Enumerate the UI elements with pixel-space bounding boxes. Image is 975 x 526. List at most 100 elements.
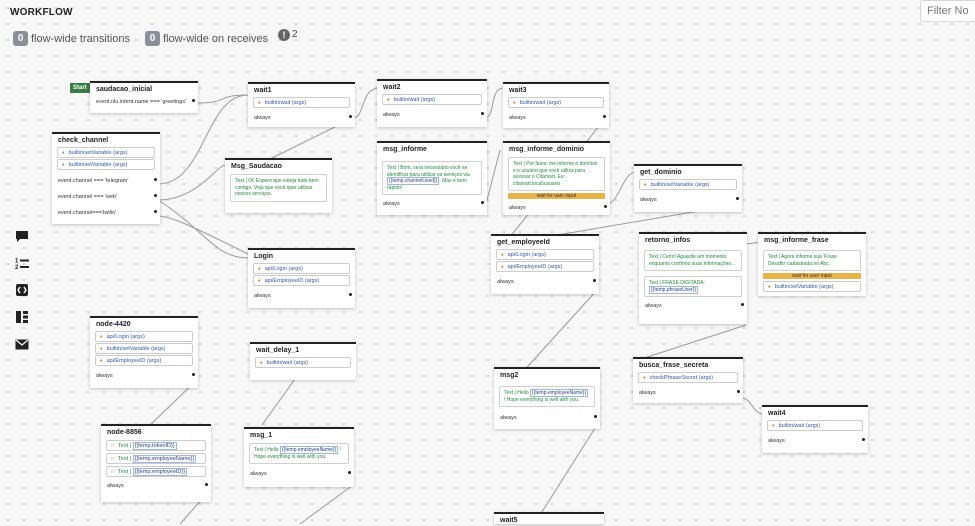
say-text-item[interactable]: Text | Certo! Aguarde um momento enquant… [644,250,742,271]
node-msg2[interactable]: msg2 Text | Hello {{temp.employeeName}} … [494,367,600,429]
say-text-item[interactable]: □ Text | {{temp.employeeID}} [106,466,206,477]
add-say-node-button[interactable] [12,226,32,246]
code-icon: ♦ [62,150,65,156]
say-text-item[interactable]: Text | Agora informe sua 'Frase Desafio'… [763,250,861,271]
transition-condition[interactable]: always [377,197,487,207]
action-item[interactable]: ♦ builtin/wait (args) [508,97,604,108]
code-icon: ♦ [62,162,65,168]
action-item[interactable]: ♦ api/Login (args) [496,249,594,260]
node-4420[interactable]: node-4420 ♦ api/Login (args) ♦ builtin/set… [90,316,198,388]
envelope-icon [15,339,29,349]
message-icon: □ [111,456,115,462]
transition-condition[interactable]: always [248,111,355,121]
code-icon: ♦ [501,264,504,270]
node-toolbox: 1 2 [12,226,32,361]
node-get-employeeid[interactable]: get_employeeId ♦ api/Login (args) ♦ api/Em… [491,234,599,294]
node-wait5[interactable]: wait5 [494,512,604,524]
code-icon: ♦ [387,97,390,103]
action-item[interactable]: ♦ checkPhraseSecret (args) [638,372,738,383]
action-item[interactable]: ♦ api/EmployeeID (args) [253,275,350,286]
code-icon: ♦ [768,284,771,290]
node-get-dominio[interactable]: get_dominio ♦ builtin/setVariable (args) … [634,164,742,212]
action-item[interactable]: ♦ builtin/setVariable (args) [57,159,155,170]
node-wait3[interactable]: wait3 ♦ builtin/wait (args) always [503,82,609,128]
transition-condition[interactable]: event.nlu.intent.name === 'greetings' [90,95,198,105]
say-text-item[interactable]: Text | Hello {{temp.employeeName}} ! Hop… [249,443,349,464]
say-text-item[interactable]: Text | Hello {{temp.employeeName}} ! Hop… [499,386,595,407]
code-icon: ♦ [258,278,261,284]
node-msg-saudacao[interactable]: Msg_Saudacao Text | Oi! Espero que estej… [225,158,332,213]
node-wait4[interactable]: wait4 ♦ builtin/wait (args) always [762,405,868,453]
node-saudacao-inicial[interactable]: saudacao_inicial event.nlu.intent.name =… [90,81,198,113]
node-wait-delay-1[interactable]: wait_delay_1 ♦ builtin/wait (args) [250,342,356,380]
add-router-node-button[interactable] [12,307,32,327]
node-title: wait4 [768,410,786,417]
transition-condition[interactable]: always [244,467,354,477]
node-title: saudacao_inicial [96,86,153,93]
node-title: msg_informe_dominio [509,146,585,153]
node-wait1[interactable]: wait1 ♦ builtin/wait (args) always [248,82,355,127]
code-icon: ♦ [100,334,103,340]
node-login[interactable]: Login ♦ api/Login (args) ♦ api/EmployeeID … [248,248,355,308]
transition-condition[interactable]: always [503,111,609,121]
transition-condition[interactable]: always [377,108,487,118]
node-title: msg_informe_frase [764,237,829,244]
node-8856[interactable]: node-8856 □ Text | {{temp.tokenID}} □ Text… [101,424,211,502]
node-msg-informe-frase[interactable]: msg_informe_frase Text | Agora informe s… [758,232,866,296]
say-text-item[interactable]: Text | Bom, será necessário você se iden… [382,161,482,195]
node-title: busca_frase_secreta [639,362,709,369]
action-item[interactable]: ♦ api/Login (args) [95,331,193,342]
node-retorno-infos[interactable]: retorno_infos Text | Certo! Aguarde um m… [639,232,747,324]
transition-condition[interactable]: always [491,275,599,285]
transition-condition[interactable]: always [90,369,198,379]
action-item[interactable]: ♦ builtin/wait (args) [767,420,863,431]
add-code-node-button[interactable] [12,280,32,300]
transition-condition[interactable]: always [494,411,600,421]
say-text-item[interactable]: Text | Por favor, me informe o domínio e… [508,157,605,191]
add-list-node-button[interactable]: 1 2 [12,253,32,273]
transition-condition[interactable]: always [634,193,742,203]
svg-text:2: 2 [15,265,19,270]
message-icon: □ [111,443,115,449]
split-flow-icon [16,311,28,323]
action-item[interactable]: ♦ api/EmployeeID (args) [95,355,193,366]
node-msg-informe[interactable]: msg_informe Text | Bom, será necessário … [377,141,487,215]
action-item[interactable]: ♦ builtin/setVariable (args) [639,179,737,190]
say-text-item[interactable]: □ Text | {{temp.tokenID}} [106,440,206,451]
transition-condition[interactable]: always [503,201,610,211]
node-msg-1[interactable]: msg_1 Text | Hello {{temp.employeeName}}… [244,427,354,487]
code-icon: ♦ [100,346,103,352]
say-text-item[interactable]: □ Text | {{temp.employeeName}} [106,453,206,464]
say-text-item[interactable]: Text | Oi! Espero que esteja tudo bem co… [230,174,327,202]
transition-condition[interactable]: always [101,479,211,489]
say-text-item[interactable]: Text | FRASE DIGITADA: {{temp.phraseUser}… [644,276,742,297]
transition-condition[interactable]: event.channel==='twilio' [52,206,160,216]
add-message-node-button[interactable] [12,334,32,354]
node-wait2[interactable]: wait2 ♦ builtin/wait (args) always [377,79,487,127]
action-item[interactable]: ♦ builtin/wait (args) [253,97,350,108]
start-flag: Start [70,83,90,93]
action-item[interactable]: ♦ builtin/wait (args) [255,357,351,368]
action-item[interactable]: ♦ builtin/setVariable (args) [95,343,193,354]
node-title: msg_1 [250,432,273,439]
action-item[interactable]: ♦ builtin/setVariable (args) [57,147,155,158]
node-title: msg2 [500,372,519,379]
code-icon: ♦ [644,182,647,188]
action-item[interactable]: ♦ api/Login (args) [253,263,350,274]
code-icon: ♦ [772,423,775,429]
action-item[interactable]: ♦ builtin/wait (args) [382,94,482,105]
node-title: wait2 [383,84,401,91]
node-busca-frase-secreta[interactable]: busca_frase_secreta ♦ checkPhraseSecret (… [633,357,743,403]
transition-condition[interactable]: always [248,289,355,299]
node-check-channel[interactable]: check_channel ♦ builtin/setVariable (args… [52,132,160,224]
transition-condition[interactable]: event.channel === 'telegram' [52,174,160,184]
action-item[interactable]: ♦ builtin/setVariable (args) [763,281,861,292]
transition-condition[interactable]: always [639,299,747,309]
node-msg-informe-dominio[interactable]: msg_informe_dominio Text | Por favor, me… [503,141,610,215]
transition-condition[interactable]: event.channel === 'web' [52,190,160,200]
node-title: get_employeeId [497,239,550,246]
transition-condition[interactable]: always [633,386,743,396]
transition-condition[interactable]: always [762,434,868,444]
action-item[interactable]: ♦ api/EmployeeID (args) [496,261,594,272]
node-title: wait3 [509,87,527,94]
